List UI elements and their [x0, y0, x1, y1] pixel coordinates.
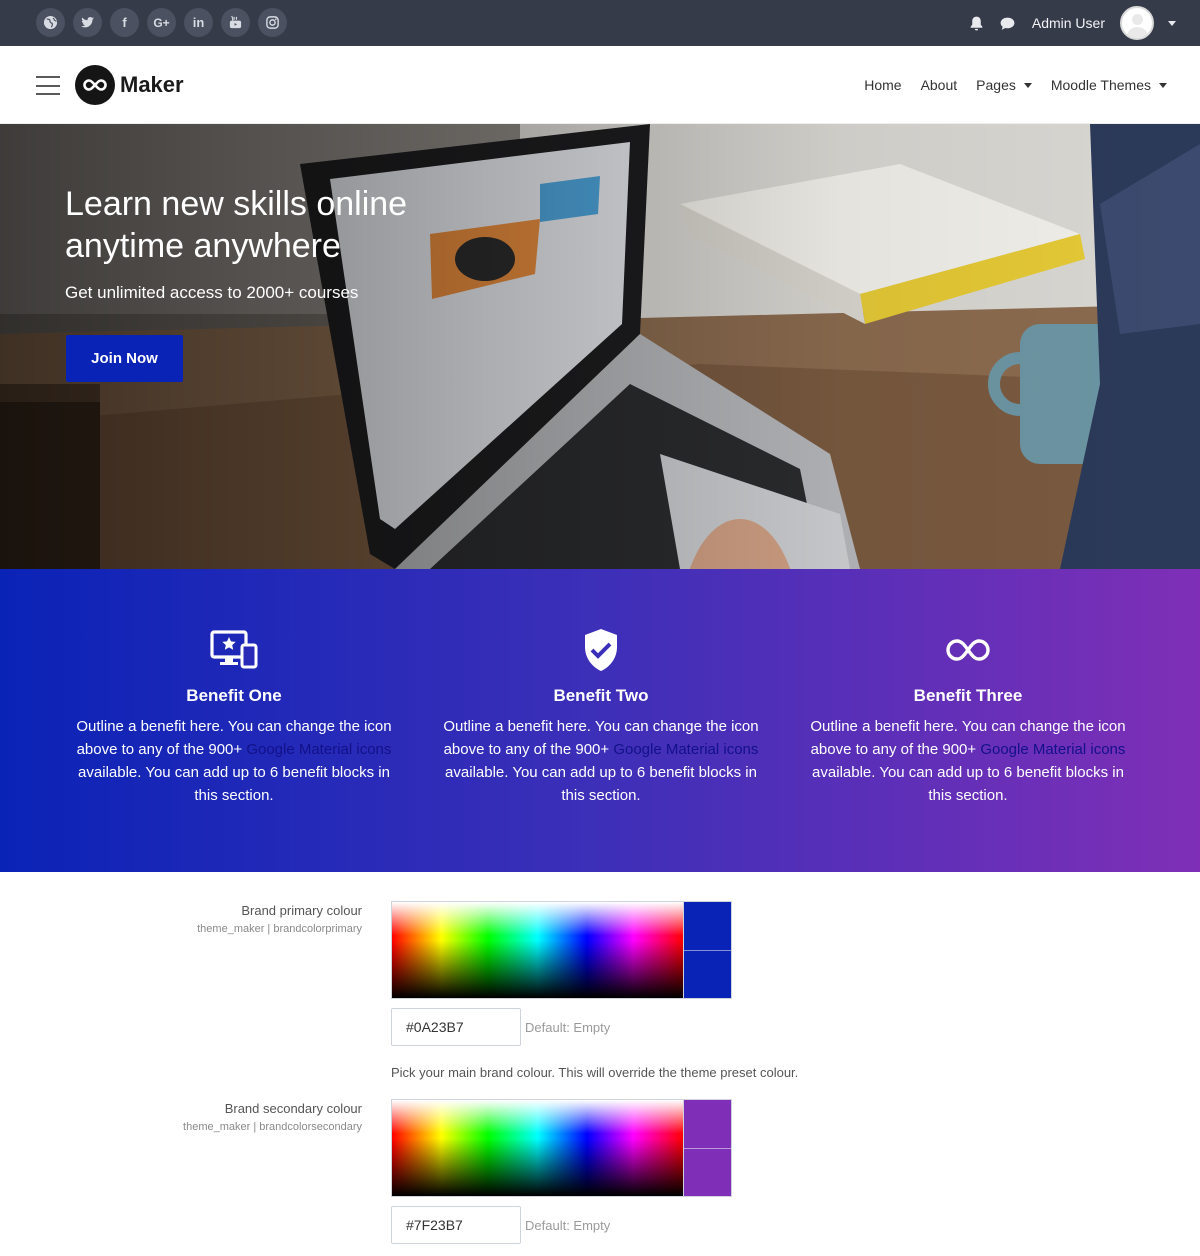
chevron-down-icon: [1159, 82, 1167, 88]
linkedin-icon[interactable]: in: [184, 8, 213, 37]
color-spectrum[interactable]: [392, 902, 684, 998]
setting-brand-primary: Brand primary colour theme_maker | brand…: [0, 872, 1200, 1092]
color-swatch: [683, 1100, 731, 1196]
nav-link-about[interactable]: About: [921, 77, 958, 93]
preview-color-swatch: [684, 1147, 731, 1196]
nav-link-label: Moodle Themes: [1050, 77, 1151, 93]
benefit-title: Benefit Two: [553, 686, 649, 705]
twitter-icon[interactable]: [73, 8, 102, 37]
nav-link-label: Home: [864, 77, 902, 93]
social-links: f G+ in: [36, 8, 287, 37]
top-bar: f G+ in Admin User: [0, 0, 1200, 46]
google-plus-icon[interactable]: G+: [147, 8, 176, 37]
benefit-text: Outline a benefit here. You can change t…: [69, 715, 399, 807]
nav-link-label: Pages: [976, 77, 1016, 93]
nav-link-moodle-themes[interactable]: Moodle Themes: [1051, 77, 1167, 93]
color-picker[interactable]: [391, 1099, 732, 1197]
hero-title: Learn new skills online anytime anywhere: [65, 185, 408, 265]
infinity-logo-icon: [75, 65, 115, 105]
default-value: Default: Empty: [525, 1218, 611, 1233]
setting-brand-secondary: Brand secondary colour theme_maker | bra…: [0, 1070, 1200, 1256]
material-icons-link[interactable]: Google Material icons: [613, 741, 758, 758]
facebook-icon[interactable]: f: [110, 8, 139, 37]
setting-label: Brand primary colour theme_maker | brand…: [197, 903, 362, 935]
hero-subtitle: Get unlimited access to 2000+ courses: [65, 283, 359, 302]
nav-links: Home About Pages Moodle Themes: [864, 46, 1167, 124]
main-navbar: Maker Home About Pages Moodle Themes: [0, 46, 1200, 124]
benefits-section: Benefit One Outline a benefit here. You …: [0, 569, 1200, 872]
bell-icon[interactable]: [968, 15, 985, 32]
benefit-text: Outline a benefit here. You can change t…: [803, 715, 1133, 807]
current-color-swatch: [684, 902, 731, 950]
color-spectrum[interactable]: [392, 1100, 684, 1196]
benefit-block: Benefit Two Outline a benefit here. You …: [436, 569, 766, 807]
color-hex-input[interactable]: #7F23B7: [391, 1206, 521, 1244]
youtube-icon[interactable]: [221, 8, 250, 37]
benefit-title: Benefit One: [186, 686, 282, 705]
setting-key: theme_maker | brandcolorprimary: [197, 923, 362, 935]
color-picker[interactable]: [391, 901, 732, 999]
avatar-body: [1127, 27, 1148, 38]
default-value: Default: Empty: [525, 1020, 611, 1035]
benefit-text: Outline a benefit here. You can change t…: [436, 715, 766, 807]
user-name[interactable]: Admin User: [1032, 15, 1105, 31]
avatar-head: [1132, 14, 1143, 25]
join-now-button[interactable]: Join Now: [66, 335, 183, 382]
material-icons-link[interactable]: Google Material icons: [980, 741, 1125, 758]
chevron-down-icon[interactable]: [1168, 20, 1176, 26]
menu-icon[interactable]: [36, 76, 60, 95]
current-color-swatch: [684, 1100, 731, 1148]
nav-link-label: About: [920, 77, 958, 93]
nav-link-home[interactable]: Home: [864, 77, 901, 93]
brand-name: Maker: [120, 72, 184, 97]
benefit-title: Benefit Three: [913, 686, 1023, 705]
benefit-block: Benefit Three Outline a benefit here. Yo…: [803, 569, 1133, 807]
infinity-icon: [803, 628, 1133, 672]
shield-check-icon: [436, 628, 766, 672]
benefit-block: Benefit One Outline a benefit here. You …: [69, 569, 399, 807]
chat-icon[interactable]: [999, 15, 1016, 32]
color-swatch: [683, 902, 731, 998]
hero-banner: Learn new skills online anytime anywhere…: [0, 124, 1200, 569]
setting-label: Brand secondary colour theme_maker | bra…: [183, 1101, 362, 1133]
setting-key: theme_maker | brandcolorsecondary: [183, 1121, 362, 1133]
globe-icon[interactable]: [36, 8, 65, 37]
nav-link-pages[interactable]: Pages: [976, 77, 1032, 93]
benefit-text-end: available. You can add up to 6 benefit b…: [445, 764, 757, 804]
setting-title: Brand secondary colour: [224, 1101, 362, 1116]
benefit-text-end: available. You can add up to 6 benefit b…: [812, 764, 1124, 804]
instagram-icon[interactable]: [258, 8, 287, 37]
user-area: Admin User: [968, 0, 1176, 46]
preview-color-swatch: [684, 949, 731, 998]
avatar[interactable]: [1120, 6, 1154, 40]
material-icons-link[interactable]: Google Material icons: [246, 741, 391, 758]
color-hex-input[interactable]: #0A23B7: [391, 1008, 521, 1046]
benefit-text-end: available. You can add up to 6 benefit b…: [78, 764, 390, 804]
setting-title: Brand primary colour: [241, 903, 362, 918]
chevron-down-icon: [1023, 82, 1032, 88]
logo[interactable]: Maker: [75, 65, 184, 105]
devices-star-icon: [69, 628, 399, 672]
